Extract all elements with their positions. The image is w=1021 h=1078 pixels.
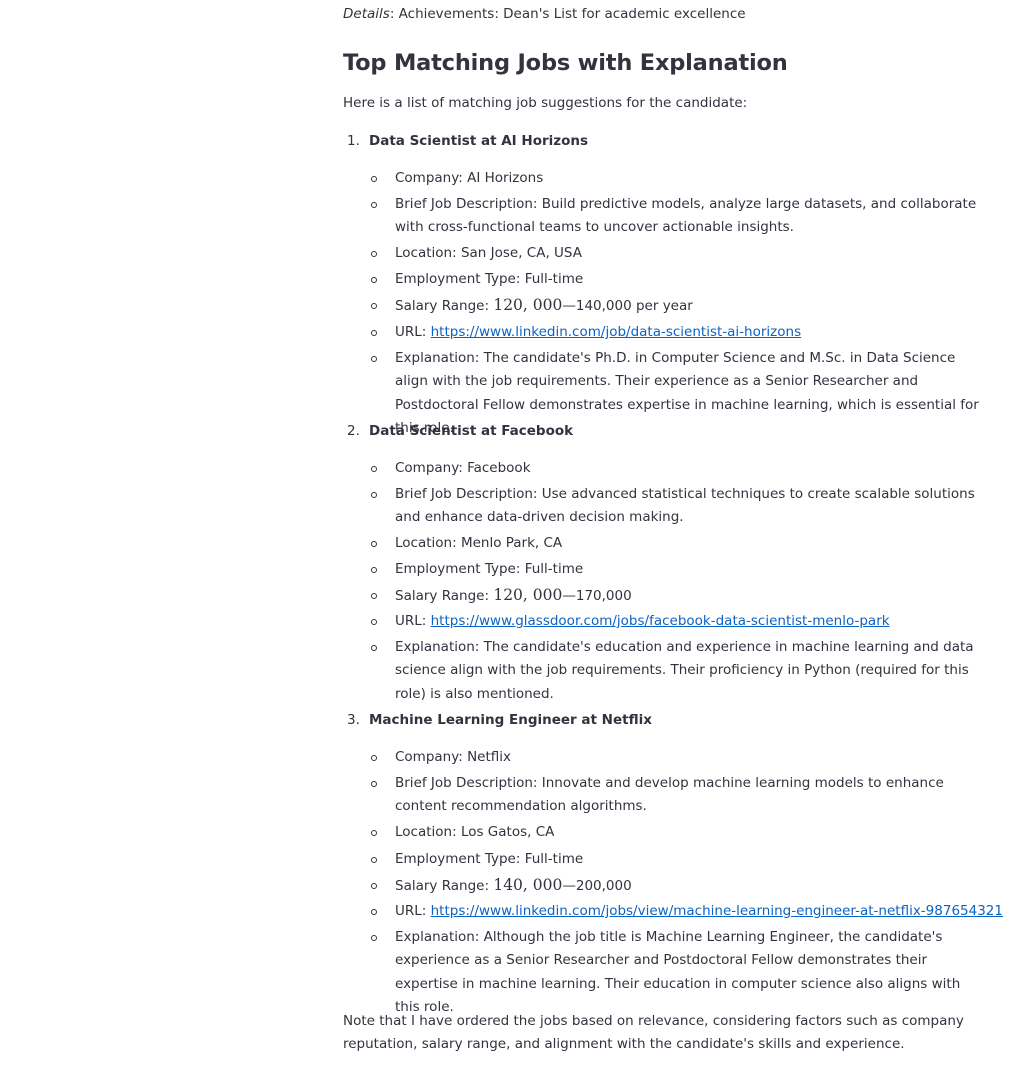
- job-explanation: Explanation: The candidate's education a…: [369, 636, 983, 706]
- job-number: 3.: [347, 712, 360, 728]
- job-employment-type: Employment Type: Full-time: [369, 268, 983, 291]
- job-title: Machine Learning Engineer at Netflix: [369, 712, 652, 728]
- job-item-3-heading: 3. Machine Learning Engineer at Netflix: [343, 710, 652, 730]
- salary-dash: —: [562, 878, 576, 894]
- job-location: Location: Menlo Park, CA: [369, 532, 983, 555]
- salary-math: 120, 000: [493, 586, 563, 604]
- job-company: Company: Facebook: [369, 457, 983, 480]
- job-salary-range: Salary Range: 140, 000—200,000: [369, 874, 983, 898]
- job-company: Company: Netflix: [369, 746, 983, 769]
- details-text: : Achievements: Dean's List for academic…: [389, 6, 746, 22]
- job-url: URL: https://www.glassdoor.com/jobs/face…: [369, 610, 983, 633]
- job-url-link[interactable]: https://www.linkedin.com/job/data-scient…: [431, 324, 801, 340]
- closing-note: Note that I have ordered the jobs based …: [343, 1013, 964, 1053]
- job-employment-type: Employment Type: Full-time: [369, 558, 983, 581]
- job-salary-range: Salary Range: 120, 000—140,000 per year: [369, 294, 983, 318]
- job-number: 1.: [347, 133, 360, 149]
- job-item-2-heading: 2. Data Scientist at Facebook: [343, 421, 573, 441]
- url-label: URL:: [395, 324, 431, 340]
- job-item-1-heading: 1. Data Scientist at AI Horizons: [343, 131, 588, 151]
- job-description: Brief Job Description: Innovate and deve…: [369, 772, 983, 819]
- url-label: URL:: [395, 903, 431, 919]
- salary-label: Salary Range:: [395, 298, 494, 314]
- salary-math: 140, 000: [493, 876, 563, 894]
- job-location: Location: Los Gatos, CA: [369, 821, 983, 844]
- salary-math: 120, 000: [493, 296, 563, 314]
- details-label: Details: [343, 6, 390, 22]
- job-url-link[interactable]: https://www.glassdoor.com/jobs/facebook-…: [431, 613, 890, 629]
- salary-rest: 170,000: [575, 588, 632, 604]
- salary-rest: 140,000 per year: [575, 298, 693, 314]
- intro-text: Here is a list of matching job suggestio…: [343, 95, 748, 111]
- job-url: URL: https://www.linkedin.com/jobs/view/…: [369, 900, 1003, 923]
- job-employment-type: Employment Type: Full-time: [369, 848, 983, 871]
- salary-label: Salary Range:: [395, 588, 494, 604]
- salary-dash: —: [562, 298, 576, 314]
- job-description: Brief Job Description: Build predictive …: [369, 193, 983, 240]
- url-label: URL:: [395, 613, 431, 629]
- job-title: Data Scientist at Facebook: [369, 423, 574, 439]
- salary-dash: —: [562, 588, 576, 604]
- job-url-link[interactable]: https://www.linkedin.com/jobs/view/machi…: [431, 903, 1003, 919]
- job-title: Data Scientist at AI Horizons: [369, 133, 589, 149]
- salary-rest: 200,000: [575, 878, 632, 894]
- job-location: Location: San Jose, CA, USA: [369, 242, 983, 265]
- job-explanation: Explanation: Although the job title is M…: [369, 926, 983, 1019]
- job-salary-range: Salary Range: 120, 000—170,000: [369, 584, 983, 608]
- job-description: Brief Job Description: Use advanced stat…: [369, 483, 983, 530]
- job-number: 2.: [347, 423, 360, 439]
- salary-label: Salary Range:: [395, 878, 494, 894]
- section-title: Top Matching Jobs with Explanation: [343, 50, 788, 76]
- details-line: Details: Achievements: Dean's List for a…: [343, 5, 746, 24]
- job-url: URL: https://www.linkedin.com/job/data-s…: [369, 321, 983, 344]
- job-company: Company: AI Horizons: [369, 167, 983, 190]
